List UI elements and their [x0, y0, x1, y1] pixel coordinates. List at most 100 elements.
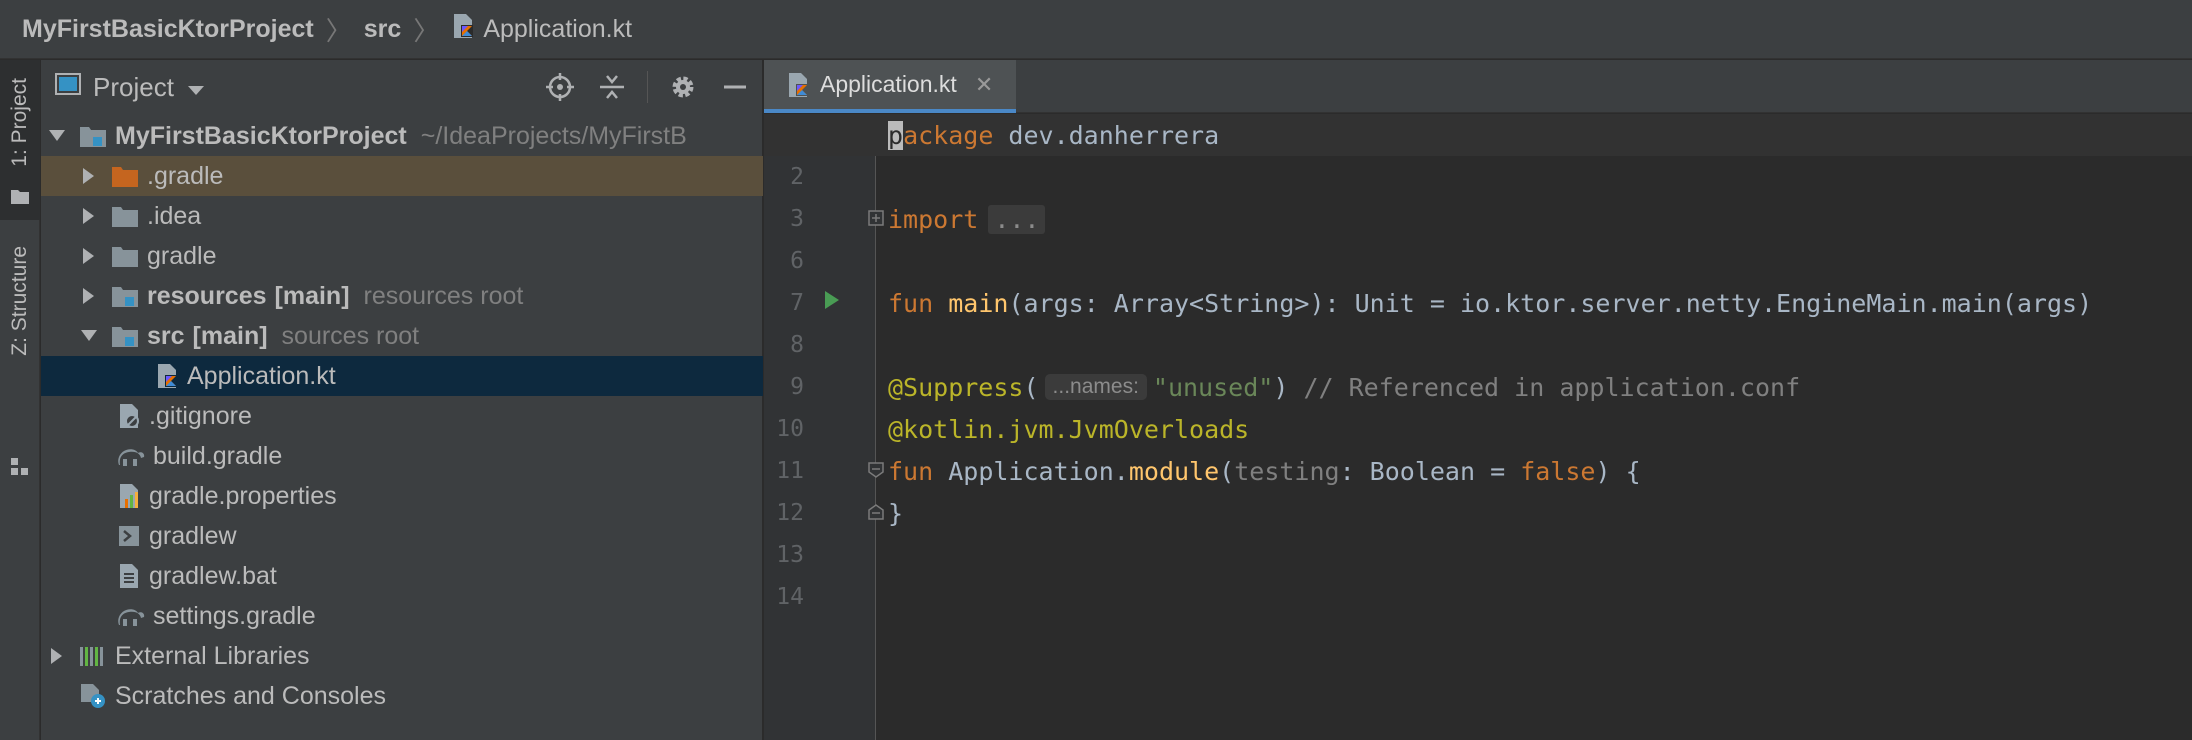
tree-item-build-gradle[interactable]: build.gradle — [41, 436, 763, 476]
line-number: 6 — [790, 248, 804, 274]
line-number: 7 — [790, 290, 804, 316]
tree-item-settings-gradle[interactable]: settings.gradle — [41, 596, 763, 636]
tree-item-label: gradle — [147, 241, 217, 270]
tree-item-dot-gradle[interactable]: .gradle — [41, 156, 763, 196]
code-area[interactable]: package dev.danherrera import... fun mai… — [764, 114, 2192, 740]
tree-item-scratches[interactable]: Scratches and Consoles — [41, 676, 763, 716]
parameter-hint: ...names: — [1044, 374, 1147, 400]
expanded-arrow-icon[interactable] — [47, 130, 67, 142]
line-number: 8 — [790, 332, 804, 358]
tree-item-gradlew-bat[interactable]: gradlew.bat — [41, 556, 763, 596]
folder-icon — [111, 244, 139, 268]
tree-item-label: settings.gradle — [153, 601, 316, 630]
tree-item-label: Scratches and Consoles — [115, 681, 386, 710]
breadcrumb-file[interactable]: Application.kt — [483, 15, 632, 44]
gradle-elephant-icon — [117, 605, 145, 627]
project-view-selector[interactable]: Project — [93, 72, 174, 103]
structure-tool-tab[interactable]: Z: Structure — [0, 240, 40, 480]
left-tool-stripe: 1: Project Z: Structure — [0, 60, 40, 740]
collapse-all-button[interactable] — [595, 70, 629, 104]
close-icon[interactable]: ✕ — [975, 72, 993, 98]
breadcrumb-separator: 〉 — [325, 15, 352, 46]
project-view-icon — [55, 72, 81, 103]
run-icon[interactable] — [824, 290, 840, 315]
breadcrumb-separator: 〉 — [413, 15, 440, 46]
collapse-all-icon — [600, 75, 624, 99]
collapsed-arrow-icon[interactable] — [79, 208, 99, 224]
module-folder-icon — [79, 124, 107, 148]
project-tool-tab[interactable]: 1: Project — [0, 60, 40, 220]
unused-parameter: testing — [1234, 456, 1340, 486]
source-folder-icon — [111, 324, 139, 348]
tree-item-resources[interactable]: resources [main] resources root — [41, 276, 763, 316]
tree-item-gradle-properties[interactable]: gradle.properties — [41, 476, 763, 516]
tree-item-project-root[interactable]: MyFirstBasicKtorProject ~/IdeaProjects/M… — [41, 116, 763, 156]
tab-application-kt[interactable]: Application.kt ✕ — [764, 60, 1016, 113]
code-line-3: import... — [888, 198, 1046, 240]
hide-panel-button[interactable] — [718, 70, 752, 104]
shell-script-icon — [117, 524, 141, 548]
line-number: 11 — [776, 458, 804, 484]
gitignore-icon — [117, 403, 141, 429]
tree-item-application-kt[interactable]: Application.kt — [41, 356, 763, 396]
tree-item-path: ~/IdeaProjects/MyFirstB — [420, 121, 687, 150]
fold-icon[interactable] — [868, 462, 884, 478]
tree-item-label: .gitignore — [149, 401, 252, 430]
tree-item-gitignore[interactable]: .gitignore — [41, 396, 763, 436]
tree-item-dot-idea[interactable]: .idea — [41, 196, 763, 236]
code-text: (args: Array<String>): Unit = io.ktor.se… — [1008, 288, 2093, 318]
tree-item-label: gradle.properties — [149, 481, 337, 510]
line-number: 3 — [790, 206, 804, 232]
breadcrumb-src[interactable]: src — [364, 15, 402, 44]
tree-item-label: Application.kt — [187, 361, 336, 390]
breadcrumb-project[interactable]: MyFirstBasicKtorProject — [22, 15, 314, 44]
code-editor[interactable]: 1 2 3 6 7 8 9 10 11 12 13 14 package dev… — [764, 114, 2192, 740]
tree-item-src[interactable]: src [main] sources root — [41, 316, 763, 356]
code-text: ( — [1219, 456, 1235, 486]
tree-item-label: resources — [147, 281, 267, 310]
folded-imports[interactable]: ... — [988, 204, 1046, 234]
keyword: import — [888, 204, 979, 234]
collapsed-arrow-icon[interactable] — [79, 248, 99, 264]
chevron-down-icon[interactable] — [187, 72, 204, 103]
collapsed-arrow-icon[interactable] — [79, 288, 99, 304]
fold-icon[interactable] — [868, 210, 884, 226]
locate-file-button[interactable] — [543, 70, 577, 104]
code-line-10: @kotlin.jvm.JvmOverloads — [888, 408, 1249, 450]
function-name: main — [948, 288, 1009, 318]
toolbar-divider — [647, 71, 648, 103]
tree-item-gradlew[interactable]: gradlew — [41, 516, 763, 556]
string-literal: "unused" — [1152, 372, 1274, 402]
keyword: false — [1520, 456, 1596, 486]
line-number: 9 — [790, 374, 804, 400]
collapsed-arrow-icon[interactable] — [79, 168, 99, 184]
code-text: ) { — [1595, 456, 1641, 486]
fold-icon[interactable] — [868, 504, 884, 520]
line-number: 10 — [776, 416, 804, 442]
navigation-bar: MyFirstBasicKtorProject 〉 src 〉 Applicat… — [0, 0, 2192, 59]
crosshair-icon — [546, 73, 574, 101]
text-caret: p — [888, 120, 904, 150]
tree-item-external-libraries[interactable]: External Libraries — [41, 636, 763, 676]
code-line-11: fun Application. module(testing: Boolean … — [888, 450, 1641, 492]
minimize-icon — [724, 85, 746, 89]
tree-item-label: gradlew.bat — [149, 561, 277, 590]
tree-item-hint: sources root — [281, 321, 420, 350]
line-number: 13 — [776, 542, 804, 568]
keyword: fun — [888, 288, 949, 318]
tab-label: Application.kt — [820, 71, 957, 97]
tree-item-gradle-folder[interactable]: gradle — [41, 236, 763, 276]
function-name: module — [1128, 456, 1220, 486]
folder-icon — [111, 204, 139, 228]
kotlin-file-icon — [786, 72, 810, 98]
annotation: @kotlin.jvm.JvmOverloads — [888, 414, 1250, 444]
settings-button[interactable] — [666, 70, 700, 104]
package-name: dev.danherrera — [993, 120, 1220, 150]
code-line-12: } — [888, 492, 903, 534]
expanded-arrow-icon[interactable] — [79, 330, 99, 342]
code-line-1: package dev.danherrera — [764, 114, 2192, 156]
collapsed-arrow-icon[interactable] — [47, 648, 67, 664]
project-tool-window: Project MyFirstBasicKtorProject ~/IdeaPr… — [41, 60, 763, 740]
folder-excluded-icon — [111, 164, 139, 188]
keyword: fun — [888, 456, 949, 486]
